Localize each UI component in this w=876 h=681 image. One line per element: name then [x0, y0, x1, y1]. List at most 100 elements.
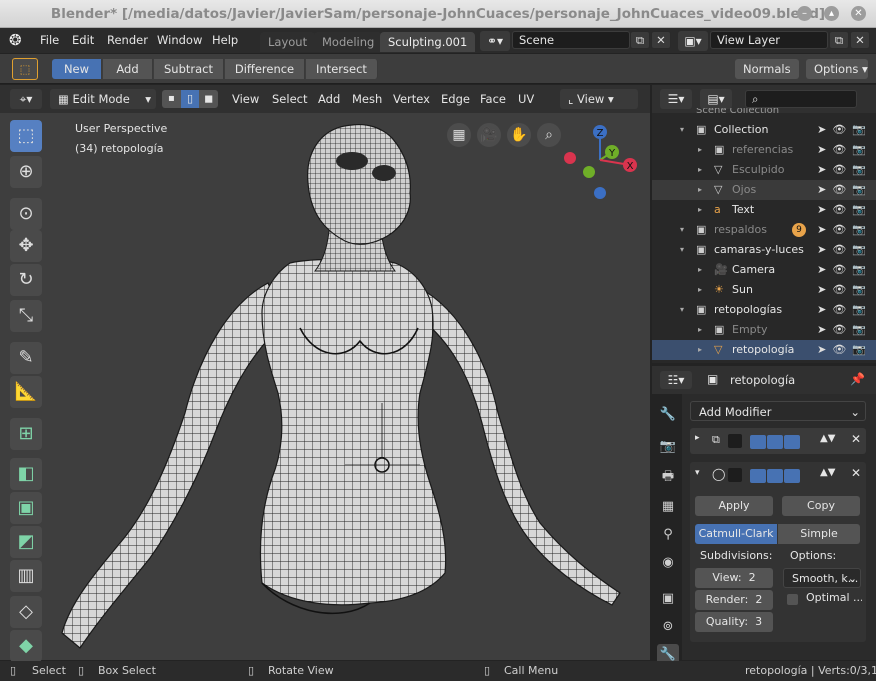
- selectable-icon[interactable]: ➤: [817, 163, 832, 176]
- translate-icon[interactable]: ✥: [10, 230, 42, 262]
- vp-menu-view[interactable]: View: [232, 92, 259, 106]
- maximize-button[interactable]: ▴: [824, 6, 839, 21]
- edge-select-icon[interactable]: ▯: [180, 90, 200, 108]
- camera-render-icon[interactable]: 📷: [852, 163, 872, 176]
- vp-menu-face[interactable]: Face: [480, 92, 506, 106]
- view-levels-field[interactable]: View: 2: [695, 568, 773, 588]
- visibility-toggles[interactable]: ➤👁📷: [817, 280, 872, 300]
- move-modifier-1-icon[interactable]: ▲▼: [820, 433, 835, 444]
- display-mode-icon[interactable]: ▤▾: [700, 89, 732, 109]
- tab-modeling[interactable]: Modeling: [314, 32, 383, 52]
- disclosure-arrow-icon[interactable]: ▸: [698, 280, 702, 300]
- poly-build-icon[interactable]: ◆: [10, 630, 42, 662]
- remove-modifier-2-icon[interactable]: ✕: [851, 466, 861, 480]
- inset-icon[interactable]: ▣: [10, 492, 42, 524]
- transform-orientation-dropdown[interactable]: ⌞ View ▾: [560, 89, 638, 109]
- link-toggle-2-icon[interactable]: [767, 468, 783, 483]
- disclosure-arrow-icon[interactable]: ▸: [698, 140, 702, 160]
- eye-icon[interactable]: 👁: [832, 203, 852, 216]
- view-layer-remove-icon[interactable]: ✕: [850, 31, 870, 49]
- gizmo-neg-y[interactable]: [583, 166, 595, 178]
- selectable-icon[interactable]: ➤: [817, 343, 832, 356]
- vp-menu-uv[interactable]: UV: [518, 92, 534, 106]
- visibility-toggles[interactable]: ➤👁📷: [817, 320, 872, 340]
- tab-sculpting[interactable]: Sculpting.001: [380, 32, 476, 52]
- object-tab-icon[interactable]: ▣: [657, 588, 679, 610]
- cursor-icon[interactable]: ⊕: [10, 156, 42, 188]
- vertex-select-icon[interactable]: ▪: [162, 90, 181, 108]
- output-tab-icon[interactable]: 🖶: [657, 466, 679, 488]
- properties-type-icon[interactable]: ☷▾: [660, 371, 692, 389]
- collapse-modifier-2-icon[interactable]: ▾: [695, 468, 700, 478]
- outliner-row[interactable]: ▸ ▽ Ojos ➤👁📷: [652, 180, 876, 200]
- visibility-toggles[interactable]: ➤👁📷: [817, 120, 872, 140]
- mode-intersect-button[interactable]: Intersect: [306, 59, 378, 79]
- remove-modifier-1-icon[interactable]: ✕: [851, 432, 861, 446]
- minimize-button[interactable]: –: [797, 6, 812, 21]
- mode-add-button[interactable]: Add: [103, 59, 153, 79]
- outliner-row[interactable]: ▸ a Text ➤👁📷: [652, 200, 876, 220]
- eye-icon[interactable]: 👁: [832, 223, 852, 236]
- camera-render-icon[interactable]: 📷: [852, 323, 872, 336]
- disclosure-arrow-icon[interactable]: ▸: [698, 200, 702, 220]
- outliner-row[interactable]: ▸ ▽ Esculpido ➤👁📷: [652, 160, 876, 180]
- 3d-viewport[interactable]: [0, 113, 650, 660]
- measure-icon[interactable]: 📐: [10, 376, 42, 408]
- selectable-icon[interactable]: ➤: [817, 283, 832, 296]
- eye-icon[interactable]: 👁: [832, 243, 852, 256]
- outliner-row[interactable]: ▾ ▣ Collection ➤👁📷: [652, 120, 876, 140]
- menu-edit[interactable]: Edit: [72, 33, 94, 47]
- render-tab-icon[interactable]: 📷: [657, 436, 679, 458]
- tool-tab-icon[interactable]: 🔧: [657, 404, 679, 426]
- mode-dropdown[interactable]: ▦ Edit Mode ▾: [50, 89, 156, 109]
- selectable-icon[interactable]: ➤: [817, 323, 832, 336]
- camera-render-icon[interactable]: 📷: [852, 263, 872, 276]
- vp-menu-mesh[interactable]: Mesh: [352, 92, 382, 106]
- eye-icon[interactable]: 👁: [832, 163, 852, 176]
- editor-type-icon[interactable]: ⌖▾: [10, 89, 42, 109]
- knife-icon[interactable]: ◇: [10, 596, 42, 628]
- outliner-type-icon[interactable]: ☰▾: [660, 89, 692, 109]
- extrude-icon[interactable]: ◧: [10, 458, 42, 490]
- menu-window[interactable]: Window: [157, 33, 202, 47]
- editmode-toggle-2-icon[interactable]: [750, 468, 766, 483]
- simple-button[interactable]: Simple: [778, 524, 860, 544]
- vp-menu-select[interactable]: Select: [272, 92, 307, 106]
- pin-icon[interactable]: 📌: [850, 372, 865, 386]
- expand-arrow-icon[interactable]: ▾: [680, 120, 684, 140]
- apply-button[interactable]: Apply: [695, 496, 773, 516]
- rotate-icon[interactable]: ↻: [10, 264, 42, 296]
- eye-icon[interactable]: 👁: [832, 283, 852, 296]
- view-layer-field[interactable]: View Layer: [710, 31, 828, 49]
- expand-arrow-icon[interactable]: ▾: [680, 220, 684, 240]
- quality-field[interactable]: Quality: 3: [695, 612, 773, 632]
- outliner-row[interactable]: ▸ ☀ Sun ➤👁📷: [652, 280, 876, 300]
- eye-icon[interactable]: 👁: [832, 123, 852, 136]
- bevel-icon[interactable]: ◩: [10, 526, 42, 558]
- outliner-row[interactable]: ▸ ▣ referencias ➤👁📷: [652, 140, 876, 160]
- copy-button[interactable]: Copy: [782, 496, 860, 516]
- camera-render-icon[interactable]: 📷: [852, 123, 872, 136]
- navigation-gizmo[interactable]: Z Y X: [558, 120, 644, 206]
- visibility-toggles[interactable]: ➤👁📷: [817, 300, 872, 320]
- loop-cut-icon[interactable]: ▥: [10, 560, 42, 592]
- eye-icon[interactable]: 👁: [832, 303, 852, 316]
- view-layer-icon[interactable]: ▣▾: [678, 31, 708, 51]
- scene-name-field[interactable]: Scene: [512, 31, 630, 49]
- camera-render-icon[interactable]: 📷: [852, 243, 872, 256]
- gizmo-neg-x[interactable]: [564, 152, 576, 164]
- menu-help[interactable]: Help: [212, 33, 238, 47]
- eye-icon[interactable]: 👁: [832, 263, 852, 276]
- camera-render-icon[interactable]: 📷: [852, 143, 872, 156]
- expand-arrow-icon[interactable]: ▾: [680, 300, 684, 320]
- select-box-icon[interactable]: ⬚: [10, 120, 42, 152]
- gizmo-neg-z[interactable]: [594, 187, 606, 199]
- scene-tab-icon[interactable]: ⚲: [657, 524, 679, 546]
- outliner-row[interactable]: ▸ ▽ retopología ➤👁📷: [652, 340, 876, 360]
- eye-icon[interactable]: 👁: [832, 323, 852, 336]
- modifier-2-display-toggles[interactable]: [750, 468, 801, 483]
- camera-view-icon[interactable]: 🎥: [477, 123, 501, 147]
- vp-menu-vertex[interactable]: Vertex: [393, 92, 430, 106]
- camera-render-icon[interactable]: 📷: [852, 203, 872, 216]
- outliner-search-input[interactable]: ⌕: [745, 90, 857, 108]
